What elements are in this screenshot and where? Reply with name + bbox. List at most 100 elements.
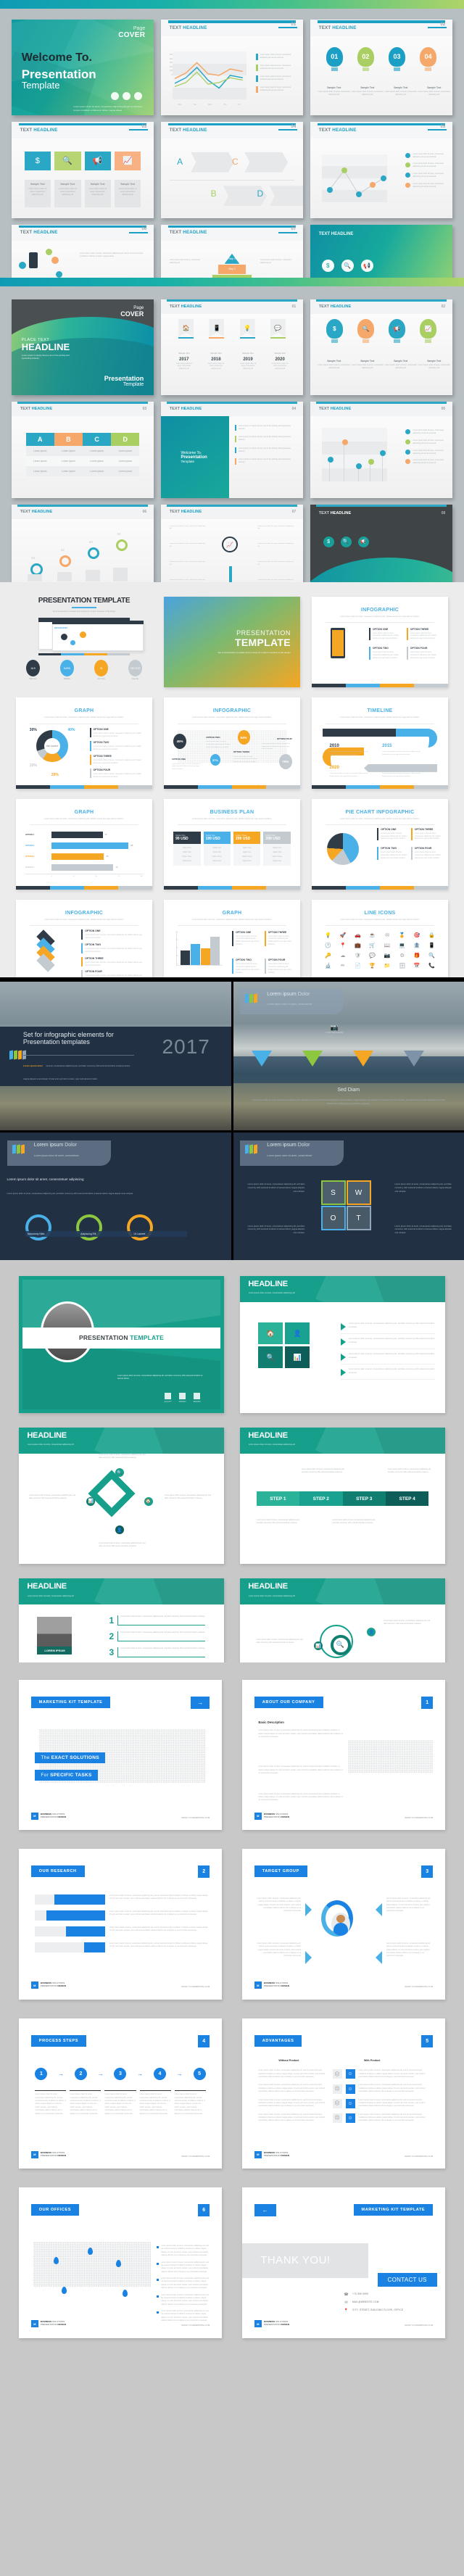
slide-title: TEXT HEADLINE bbox=[20, 509, 53, 514]
dark-year: 2017 bbox=[162, 1035, 210, 1058]
slide-timeline[interactable]: TIMELINE Lorem ipsum dolor sit amet, con… bbox=[312, 697, 448, 789]
bubble-body-1: Lorem ipsum dolor sit amet, consectetur … bbox=[172, 763, 201, 771]
thank-you-box: THANK YOU! bbox=[242, 2242, 368, 2278]
slide-business-plan-pricing[interactable]: BUSINESS PLAN Lorem ipsum dolor sit amet… bbox=[164, 798, 300, 890]
slide-dark-triangles[interactable]: Lorem ipsum Dolor Lorem ipsum dolor sit … bbox=[233, 982, 464, 1131]
slide-cover-headline[interactable]: Page COVER PLACE TEXT HEADLINE Lorem ips… bbox=[12, 299, 154, 396]
step-1[interactable]: STEP 1 bbox=[256, 1491, 300, 1507]
diamond-note-left: Lorem ipsum dolor sit amet, consectetuer… bbox=[29, 1494, 76, 1500]
footer-url: WWW.YOURWEBSITE.COM bbox=[405, 1815, 434, 1819]
dot-2[interactable] bbox=[123, 92, 131, 101]
arrow-icon: → bbox=[97, 2071, 104, 2078]
step-note-top-2: Lorem ipsum dolor sit amet, consectetuer… bbox=[387, 1468, 431, 1474]
slide-number: 03 bbox=[142, 407, 147, 412]
slide-cover-presentation-template-teal[interactable]: PRESENTATION TEMPLATE Lorem ipsum dolor … bbox=[19, 1276, 224, 1413]
intro-stats-row: 16:9 Slide size DARK Editable IN Use icons … bbox=[16, 660, 152, 680]
slide-03-abcd-table[interactable]: TEXT HEADLINE 03 A B C D Lorem ipsum Lore… bbox=[12, 402, 154, 498]
step-3[interactable]: STEP 3 bbox=[342, 1491, 386, 1507]
slide-tag: ADVANTAGES bbox=[254, 2034, 302, 2047]
pin-icon[interactable] bbox=[53, 2256, 59, 2264]
list-item: Lorem ipsum dolor sit amet, consectetuer… bbox=[340, 1368, 435, 1380]
slide-header: TEXT HEADLINE 05 bbox=[310, 402, 452, 417]
dot-1[interactable] bbox=[111, 92, 120, 101]
pyramid-step-2: Step 2 bbox=[218, 264, 246, 274]
mail-icon: ✉ bbox=[344, 2300, 348, 2306]
slide-our-research[interactable]: OUR RESEARCH 2 Lorem ipsum dolor sit ame… bbox=[19, 1849, 222, 2000]
calendar-icon: 📅 bbox=[413, 964, 420, 969]
slide-01-line-chart[interactable]: TEXT HEADLINE 01 500 400 300 200 100 0 M… bbox=[161, 20, 303, 116]
ribbon-item: 💡 bbox=[239, 318, 255, 339]
pin-icon[interactable] bbox=[88, 2248, 94, 2256]
slide-05-dot-chart-2[interactable]: TEXT HEADLINE 05 Lorem ipsum dolor sit a… bbox=[310, 402, 452, 498]
tile-caption: Sample Text Lorem ipsum dolor sit amet, c… bbox=[54, 180, 81, 208]
slide-our-offices[interactable]: OUR OFFICES 6 Lorem ipsum dolor sit amet… bbox=[19, 2187, 222, 2338]
slide-diamond-diagram[interactable]: HEADLINE Lorem ipsum dolor sit amet, con… bbox=[19, 1427, 224, 1565]
slide-infographic-map-bubbles[interactable]: INFOGRAPHIC Lorem ipsum dolor sit amet, … bbox=[164, 697, 300, 789]
folder-icon: 📁 bbox=[384, 964, 391, 969]
mockup-stack: INFOGRAPHIC bbox=[27, 618, 144, 656]
contact-list: ☎ +70 999 9999 ✉ MAIL@WEBSITE.COM 📍 CITY, S… bbox=[344, 2293, 437, 2316]
slide-04-abcd-chevrons[interactable]: TEXT HEADLINE 04 A B C D bbox=[161, 122, 303, 218]
bulb-item: 📢 bbox=[389, 318, 406, 343]
logo-icon: M bbox=[254, 2150, 262, 2158]
pin-icon[interactable] bbox=[61, 2287, 67, 2295]
slide-process-steps[interactable]: PROCESS STEPS 4 1 → 2 → 3 → 4 → 5 Lorem … bbox=[19, 2018, 222, 2169]
slide-graph-donut[interactable]: GRAPH Lorem ipsum dolor sit amet, consec… bbox=[16, 697, 152, 789]
slide-graph-hbars[interactable]: GRAPH Lorem ipsum dolor sit amet, consec… bbox=[16, 798, 152, 890]
slide-number-rule bbox=[278, 26, 298, 28]
badge-icon: 🏅 bbox=[399, 933, 406, 939]
dot-3[interactable] bbox=[134, 92, 143, 101]
slide-02-bulbs-colored[interactable]: TEXT HEADLINE 02 $ 🔍 📢 📈 Sample Text Lore… bbox=[310, 299, 452, 396]
slide-sub: Lorem ipsum dolor sit amet, consectetur … bbox=[44, 817, 124, 820]
slide-intro-stats[interactable]: PRESENTATION TEMPLATE Set of presentatio… bbox=[16, 597, 152, 687]
search-icon: 🔍 bbox=[330, 1634, 351, 1655]
slide-infographic-phone[interactable]: INFOGRAPHIC Lorem ipsum dolor sit amet, … bbox=[312, 597, 448, 688]
slide-dark-2017-cover[interactable]: Set for infographic elements for Present… bbox=[0, 982, 231, 1131]
about-paragraph-2: Lorem ipsum dolor sit amet, consectetur … bbox=[258, 1765, 343, 1774]
step-2[interactable]: STEP 2 bbox=[299, 1491, 343, 1507]
slide-title: TEXT HEADLINE bbox=[169, 304, 202, 309]
chart-x-axis: Mon Tue Wed Thu Fri bbox=[178, 104, 241, 107]
slide-number-rule bbox=[129, 231, 149, 233]
slide-04-welcome-split[interactable]: TEXT HEADLINE 04 Welcome To. Presentatio… bbox=[161, 402, 303, 498]
slide-title: TEXT HEADLINE bbox=[169, 509, 202, 514]
circle-icon bbox=[46, 249, 53, 256]
donut-pct-10: 10% bbox=[29, 763, 37, 768]
cover-social-dots[interactable] bbox=[111, 92, 143, 101]
step-4[interactable]: STEP 4 bbox=[385, 1491, 429, 1507]
slide-cover-presentation-template[interactable]: PRESENTATION TEMPLATE Set of presentatio… bbox=[164, 597, 300, 688]
donut-chart: PIE CHART bbox=[36, 730, 69, 763]
bulb-caption: Sample Text Lorem ipsum dolor sit amet, c… bbox=[384, 86, 418, 96]
office-item: Lorem ipsum dolor sit amet, consectetur … bbox=[157, 2277, 210, 2290]
slide-05-dot-chart[interactable]: TEXT HEADLINE 05 Lorem ipsum dolor sit a… bbox=[310, 122, 452, 218]
slide-about-our-company[interactable]: ABOUT OUR COMPANY 1 Basic Description Lo… bbox=[242, 1680, 445, 1831]
slide-header-pill: Lorem ipsum Dolor Lorem ipsum dolor sit … bbox=[240, 1140, 344, 1166]
arrow-right-icon[interactable]: → bbox=[191, 1696, 210, 1709]
slide-pie-chart-infographic[interactable]: PIE CHART INFOGRAPHIC Lorem ipsum dolor … bbox=[312, 798, 448, 890]
slide-02-bulbs[interactable]: TEXT HEADLINE 02 01 02 03 04 Sample Text… bbox=[310, 20, 452, 116]
slide-marketing-kit-cover[interactable]: MARKETING KIT TEMPLATE → The EXACT SOLUT… bbox=[19, 1680, 222, 1831]
slide-target-group[interactable]: TARGET GROUP 3 Lorem ipsum dolor sit ame… bbox=[242, 1849, 445, 2000]
pin-icon[interactable] bbox=[122, 2290, 128, 2298]
megaphone-icon: 📢 bbox=[357, 536, 369, 547]
cover-body-text: Lorem ipsum dolor sit amet, consectetuer… bbox=[117, 1374, 203, 1380]
arrow-left-icon[interactable]: ← bbox=[254, 2204, 276, 2217]
slide-thank-you[interactable]: ← MARKETING KIT TEMPLATE THANK YOU! CONT… bbox=[242, 2187, 445, 2338]
slide-01-ribbons-years[interactable]: TEXT HEADLINE 01 🏠 📱 💡 💬 Sample Text 2017… bbox=[161, 299, 303, 396]
header-rule bbox=[17, 402, 149, 405]
slide-cover-welcome[interactable]: Page COVER Welcome To. Presentation Temp… bbox=[12, 20, 154, 116]
slide-advantages[interactable]: ADVANTAGES 5 Without Product With Produc… bbox=[242, 2018, 445, 2169]
slide-tiles-list[interactable]: HEADLINE Lorem ipsum dolor sit amet, con… bbox=[240, 1276, 445, 1413]
swot-w: W bbox=[346, 1180, 371, 1206]
target-note-1: Lorem ipsum dolor sit amet, consectetur … bbox=[257, 1897, 302, 1913]
pyramid-note-left: Lorem ipsum dolor sit amet, consectetur … bbox=[169, 258, 201, 264]
slide-03-icon-tiles[interactable]: TEXT HEADLINE 03 $ 🔍 📢 📈 Sample Text Lore… bbox=[12, 122, 154, 218]
header-rule bbox=[17, 504, 149, 507]
target-label-3: 03 bbox=[88, 540, 93, 544]
logo-icon: M bbox=[30, 1812, 38, 1820]
slide-steps[interactable]: HEADLINE Lorem ipsum dolor sit amet, con… bbox=[240, 1427, 445, 1565]
target-label-2: 02 bbox=[60, 548, 65, 552]
contact-phone: +70 999 9999 bbox=[352, 2293, 369, 2296]
slide-sub: Lorem ipsum dolor sit amet, consectetur … bbox=[340, 716, 420, 719]
search-icon: 🔍 bbox=[340, 536, 352, 547]
